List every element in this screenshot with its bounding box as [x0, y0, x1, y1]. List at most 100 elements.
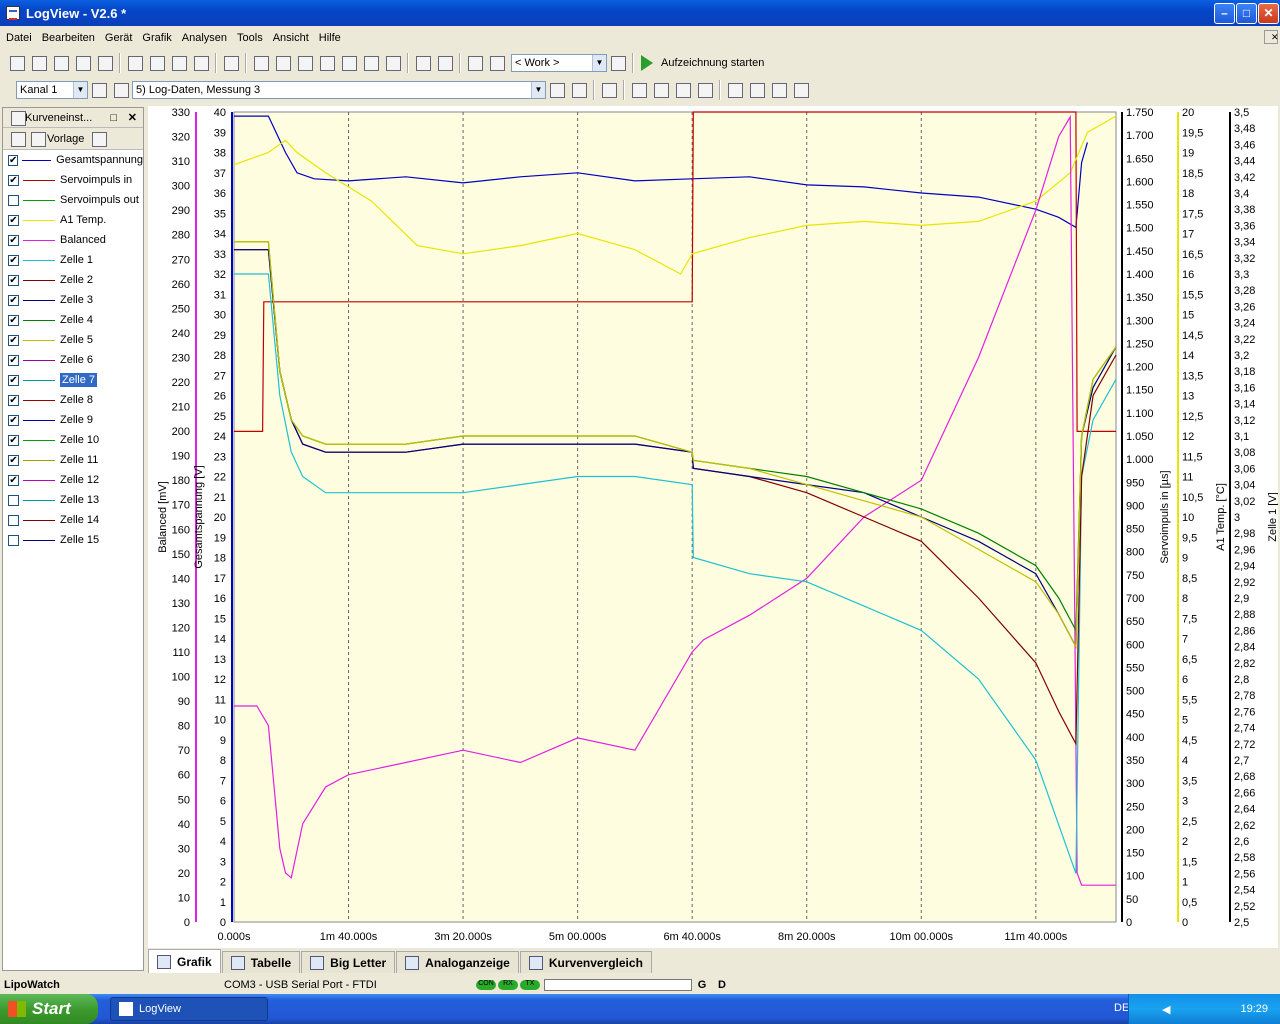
graph-tool-icon[interactable] [273, 53, 293, 73]
curve-item[interactable]: ✔ Zelle 10 [3, 430, 143, 450]
curve-checkbox[interactable]: ✔ [8, 474, 19, 486]
open-template-icon[interactable] [8, 129, 26, 149]
bold-icon[interactable] [651, 80, 671, 100]
menu-tools[interactable]: Tools [231, 32, 267, 44]
prev-log-icon[interactable] [547, 80, 567, 100]
zoom-out-icon[interactable] [435, 53, 455, 73]
curve-checkbox[interactable] [8, 534, 19, 546]
italic-icon[interactable] [673, 80, 693, 100]
curve-item[interactable]: ✔ Zelle 7 [3, 370, 143, 390]
language-indicator[interactable]: DE [1114, 1002, 1129, 1014]
profile-combo[interactable]: < Work > ▼ [511, 54, 607, 72]
menu-datei[interactable]: Datei [0, 32, 36, 44]
curve-checkbox[interactable]: ✔ [8, 454, 19, 466]
menu-ansicht[interactable]: Ansicht [267, 32, 313, 44]
record-start-button[interactable]: Aufzeichnung starten [661, 57, 764, 69]
forward-arrow-icon[interactable] [111, 80, 131, 100]
align-right-icon[interactable] [769, 80, 789, 100]
curve-item[interactable]: ✔ Zelle 1 [3, 250, 143, 270]
curve-checkbox[interactable] [8, 494, 19, 506]
start-button[interactable]: Start [0, 994, 98, 1024]
device-settings-icon[interactable] [221, 53, 241, 73]
curve-item[interactable]: ✔ Zelle 8 [3, 390, 143, 410]
tab-tabelle[interactable]: Tabelle [221, 951, 301, 973]
curve-checkbox[interactable]: ✔ [8, 414, 19, 426]
tab-kurvenvergleich[interactable]: Kurvenvergleich [519, 951, 652, 973]
template-label[interactable]: Vorlage [47, 133, 84, 145]
curve-checkbox[interactable]: ✔ [8, 334, 19, 346]
curve-checkbox[interactable]: ✔ [8, 354, 19, 366]
curve-checkbox[interactable]: ✔ [8, 174, 19, 186]
align-center-icon[interactable] [747, 80, 767, 100]
menu-analysen[interactable]: Analysen [176, 32, 231, 44]
delete-log-icon[interactable] [169, 53, 189, 73]
curve-item[interactable]: Servoimpuls out [3, 190, 143, 210]
underline-icon[interactable] [695, 80, 715, 100]
channel-combo[interactable]: Kanal 1 ▼ [16, 81, 88, 99]
trash-icon[interactable] [599, 80, 619, 100]
timer-icon[interactable] [339, 53, 359, 73]
curve-item[interactable]: Zelle 15 [3, 530, 143, 550]
chart-icon[interactable] [317, 53, 337, 73]
tools-icon[interactable] [608, 53, 628, 73]
curve-item[interactable]: ✔ Zelle 9 [3, 410, 143, 430]
curve-checkbox[interactable]: ✔ [8, 374, 19, 386]
paste-icon[interactable] [147, 53, 167, 73]
connect-icon[interactable] [465, 53, 485, 73]
histogram-icon[interactable] [383, 53, 403, 73]
maximize-button[interactable]: □ [1236, 3, 1257, 24]
curve-item[interactable]: ✔ Zelle 12 [3, 470, 143, 490]
next-log-icon[interactable] [569, 80, 589, 100]
print-icon[interactable] [95, 53, 115, 73]
save-icon[interactable] [51, 53, 71, 73]
taskbar-item-logview[interactable]: LogView [110, 997, 268, 1021]
curve-item[interactable]: ✔ Zelle 3 [3, 290, 143, 310]
save-icon[interactable] [89, 129, 108, 149]
cut-icon[interactable] [125, 53, 145, 73]
menu-grafik[interactable]: Grafik [136, 32, 175, 44]
tab-big-letter[interactable]: Big Letter [301, 951, 396, 973]
chart-area[interactable]: 0 10 20 30 40 50 60 70 80 90 100 110 120 130 140 150 160… [148, 106, 1279, 948]
curve-checkbox[interactable]: ✔ [8, 154, 19, 166]
curve-checkbox[interactable]: ✔ [8, 314, 19, 326]
minimize-button[interactable]: – [1214, 3, 1235, 24]
curve-checkbox[interactable]: ✔ [8, 234, 19, 246]
menu-close-icon[interactable]: ✕ [1264, 30, 1279, 44]
curve-checkbox[interactable]: ✔ [8, 214, 19, 226]
menu-bearbeiten[interactable]: Bearbeiten [36, 32, 99, 44]
curve-checkbox[interactable]: ✔ [8, 434, 19, 446]
curve-checkbox[interactable]: ✔ [8, 294, 19, 306]
curve-checkbox[interactable] [8, 194, 19, 206]
curve-item[interactable]: ✔ Zelle 2 [3, 270, 143, 290]
curve-checkbox[interactable]: ✔ [8, 274, 19, 286]
menu-geraet[interactable]: Gerät [99, 32, 137, 44]
play-icon[interactable] [641, 55, 653, 71]
curve-checkbox[interactable]: ✔ [8, 254, 19, 266]
cursor-icon[interactable] [361, 53, 381, 73]
curve-item[interactable]: ✔ A1 Temp. [3, 210, 143, 230]
pin-icon[interactable]: □ [110, 112, 117, 124]
log-combo[interactable]: 5) Log-Daten, Messung 3 ▼ [132, 81, 546, 99]
curve-item[interactable]: ✔ Zelle 4 [3, 310, 143, 330]
curve-item[interactable]: ✔ Zelle 11 [3, 450, 143, 470]
curve-item[interactable]: ✔ Zelle 6 [3, 350, 143, 370]
save-as-icon[interactable] [73, 53, 93, 73]
copy-log-icon[interactable] [191, 53, 211, 73]
panel-close-icon[interactable]: ✕ [128, 111, 137, 124]
menu-hilfe[interactable]: Hilfe [313, 32, 345, 44]
tab-grafik[interactable]: Grafik [148, 949, 221, 973]
back-arrow-icon[interactable] [89, 80, 109, 100]
text-a-icon[interactable] [629, 80, 649, 100]
curve-checkbox[interactable]: ✔ [8, 394, 19, 406]
open-folder-icon[interactable] [29, 53, 49, 73]
tab-analoganzeige[interactable]: Analoganzeige [396, 951, 519, 973]
align-justify-icon[interactable] [791, 80, 811, 100]
curve-checkbox[interactable] [8, 514, 19, 526]
close-button[interactable]: ✕ [1258, 3, 1279, 24]
curve-item[interactable]: ✔ Balanced [3, 230, 143, 250]
zoom-icon[interactable] [413, 53, 433, 73]
curve-item[interactable]: Zelle 14 [3, 510, 143, 530]
curve-icon[interactable] [251, 53, 271, 73]
curve-item[interactable]: ✔ Servoimpuls in [3, 170, 143, 190]
table-icon[interactable] [295, 53, 315, 73]
